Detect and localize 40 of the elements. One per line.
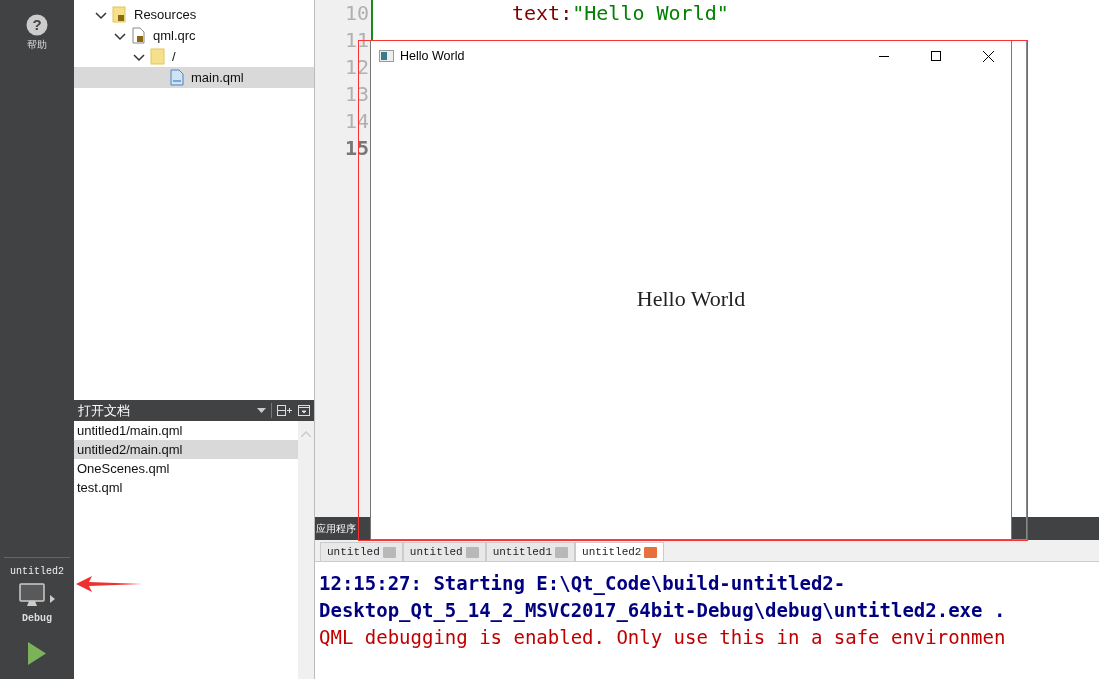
resource-file-icon: [131, 27, 146, 44]
caret-icon[interactable]: [50, 594, 55, 603]
hello-text: Hello World: [636, 284, 746, 313]
close-panel-icon[interactable]: [298, 405, 310, 416]
project-name: untitled2: [10, 565, 64, 579]
output-line: Desktop_Qt_5_14_2_MSVC2017_64bit-Debug\debug\untitled2.exe .: [319, 598, 1007, 624]
output-line: 12:15:27: Starting E:\Qt_Code\build-untitled2-: [319, 571, 847, 597]
document-item[interactable]: OneScenes.qml: [74, 459, 298, 478]
document-item[interactable]: untitled2/main.qml: [74, 440, 298, 459]
output-line: QML debugging is enabled. Only use this in a safe environmen: [319, 625, 1007, 650]
window-title: Hello World: [400, 47, 465, 65]
app-icon: [379, 50, 394, 62]
help-icon[interactable]: ?: [26, 14, 48, 36]
line-number: 11: [343, 27, 369, 54]
tree-item[interactable]: main.qml: [74, 67, 314, 88]
folder-icon: [112, 6, 127, 23]
output-tab[interactable]: untitled2: [575, 542, 665, 561]
tree-item[interactable]: qml.qrc: [74, 25, 314, 46]
panel-title: 打开文档: [78, 401, 130, 420]
close-tab-icon[interactable]: [644, 546, 658, 558]
output-tab[interactable]: untitled: [402, 542, 486, 561]
output-tab[interactable]: untitled: [320, 542, 403, 561]
split-icon[interactable]: [277, 405, 292, 416]
maximize-icon: [931, 51, 941, 61]
document-item[interactable]: untitled1/main.qml: [74, 421, 298, 440]
line-number: 10: [343, 0, 369, 27]
document-item[interactable]: test.qml: [74, 478, 298, 497]
output-tab[interactable]: untitled1: [485, 542, 576, 561]
file-icon: [169, 69, 184, 86]
panel-title: 应用程序: [316, 523, 356, 534]
close-icon: [982, 50, 994, 62]
dropdown-icon[interactable]: [257, 408, 266, 413]
monitor-icon[interactable]: [19, 583, 45, 608]
folder-icon: [150, 48, 165, 65]
code-line: text:"Hello World": [512, 1, 729, 25]
run-icon[interactable]: [28, 642, 46, 665]
tree-item[interactable]: Resources: [74, 4, 314, 25]
help-label: 帮助: [27, 38, 47, 52]
tree-item[interactable]: /: [74, 46, 314, 67]
build-config-label: Debug: [22, 612, 52, 626]
